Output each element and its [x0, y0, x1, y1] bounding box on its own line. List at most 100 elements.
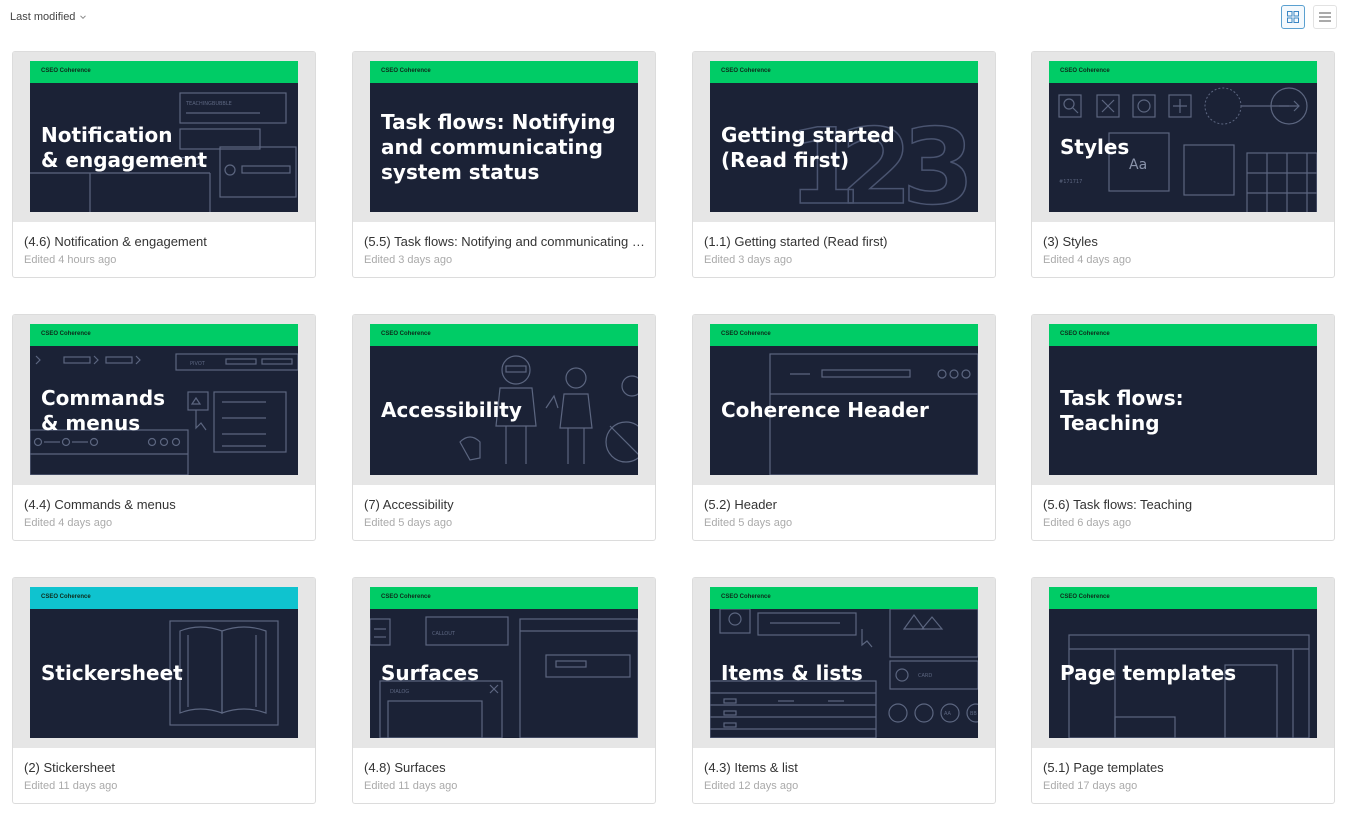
illustration-shape: [1068, 634, 1310, 738]
list-view-button[interactable]: [1313, 5, 1337, 29]
file-card[interactable]: CSEO Coherence Coherence Header (5.2) He…: [692, 314, 996, 541]
file-thumbnail: CSEO Coherence PIVOT Commands & menus: [13, 315, 315, 485]
file-thumbnail: CSEO Coherence CARD AA BB Items & lists: [693, 578, 995, 748]
cover-title: Surfaces: [381, 661, 480, 685]
thumbnail-cover: CSEO Coherence Coherence Header: [710, 324, 978, 475]
brand-label: CSEO Coherence: [1060, 594, 1110, 600]
file-name: (4.6) Notification & engagement: [24, 234, 207, 249]
file-card[interactable]: CSEO Coherence Task flows: Teaching (5.6…: [1031, 314, 1335, 541]
illustration-shape: [105, 356, 133, 364]
illustration-shape: [902, 613, 926, 630]
cover-title: Commands & menus: [41, 386, 166, 435]
grid-view-button[interactable]: [1281, 5, 1305, 29]
brand-band: CSEO Coherence: [710, 587, 978, 609]
cover-title: Stickersheet: [41, 661, 183, 685]
thumbnail-cover: CSEO Coherence TEACHINGBUBBLE Notificati…: [30, 61, 298, 212]
illustration-shape: [1132, 94, 1156, 118]
file-thumbnail: CSEO Coherence TEACHINGBUBBLE Notificati…: [13, 52, 315, 222]
brand-label: CSEO Coherence: [381, 68, 431, 74]
edited-time: Edited 6 days ago: [1043, 517, 1132, 529]
illustration-shape: [723, 722, 737, 728]
file-name: (4.3) Items & list: [704, 760, 798, 775]
cover-title: Styles: [1060, 135, 1130, 159]
illustration-shape: [519, 618, 638, 738]
file-thumbnail: CSEO Coherence CALLOUT DIALOG Surfaces: [353, 578, 655, 748]
illustration-shape: [914, 703, 934, 723]
illustration-shape: [459, 436, 481, 461]
file-card[interactable]: CSEO Coherence PIVOT Commands & menus (4…: [12, 314, 316, 541]
illustration-shape: [1204, 87, 1242, 125]
illustration-shape: [888, 703, 908, 723]
illustration-shape: [621, 375, 638, 397]
edited-time: Edited 4 days ago: [24, 517, 113, 529]
illustration-shape: [545, 654, 631, 678]
brand-label: CSEO Coherence: [381, 331, 431, 337]
file-card[interactable]: CSEO Coherence Task flows: Notifying and…: [352, 51, 656, 278]
brand-label: CSEO Coherence: [721, 68, 771, 74]
edited-time: Edited 5 days ago: [704, 517, 793, 529]
file-thumbnail: CSEO Coherence Aa #171717 Styles: [1032, 52, 1334, 222]
illustration-shape: [370, 618, 391, 646]
illustration-shape: CARD: [918, 673, 932, 679]
thumbnail-cover: CSEO Coherence CARD AA BB Items & lists: [710, 587, 978, 738]
file-name: (7) Accessibility: [364, 497, 454, 512]
illustration-shape: [387, 700, 483, 738]
file-name: (4.4) Commands & menus: [24, 497, 176, 512]
illustration-shape: [225, 358, 257, 365]
illustration-shape: [169, 620, 279, 726]
cover-title: Coherence Header: [721, 398, 929, 422]
file-name: (3) Styles: [1043, 234, 1098, 249]
illustration-shape: [159, 437, 169, 447]
edited-time: Edited 5 days ago: [364, 517, 453, 529]
illustration-shape: [1114, 716, 1176, 738]
edited-time: Edited 12 days ago: [704, 780, 799, 792]
illustration-shape: 3: [902, 106, 974, 212]
illustration-shape: [30, 429, 189, 475]
edited-time: Edited 11 days ago: [364, 780, 458, 792]
thumbnail-cover: CSEO Coherence Page templates: [1049, 587, 1317, 738]
file-card[interactable]: CSEO Coherence Aa #171717 Styles (3) Sty…: [1031, 51, 1335, 278]
illustration-shape: [821, 369, 911, 378]
file-card[interactable]: CSEO Coherence Accessibility (7) Accessi…: [352, 314, 656, 541]
illustration-shape: [1063, 98, 1075, 110]
illustration-shape: [1058, 94, 1082, 118]
file-thumbnail: CSEO Coherence Stickersheet: [13, 578, 315, 748]
illustration-shape: [261, 358, 293, 365]
file-name: (5.2) Header: [704, 497, 777, 512]
cover-title: Page templates: [1060, 661, 1237, 685]
file-thumbnail: CSEO Coherence Accessibility: [353, 315, 655, 485]
illustration-shape: [35, 355, 41, 365]
file-card[interactable]: CSEO Coherence 1 2 3 Getting started (Re…: [692, 51, 996, 278]
file-name: (5.5) Task flows: Notifying and communic…: [364, 234, 646, 249]
file-card[interactable]: CSEO Coherence TEACHINGBUBBLE Notificati…: [12, 51, 316, 278]
brand-band: CSEO Coherence: [710, 61, 978, 83]
thumbnail-cover: CSEO Coherence Stickersheet: [30, 587, 298, 738]
illustration-shape: [179, 626, 223, 714]
illustration-shape: [89, 437, 99, 447]
thumbnail-cover: CSEO Coherence PIVOT Commands & menus: [30, 324, 298, 475]
illustration-shape: [757, 612, 857, 636]
file-card[interactable]: CSEO Coherence Page templates (5.1) Page…: [1031, 577, 1335, 804]
sort-dropdown[interactable]: Last modified: [10, 11, 87, 23]
list-view-icon: [1319, 12, 1331, 22]
file-card[interactable]: CSEO Coherence CARD AA BB Items & lists …: [692, 577, 996, 804]
file-card[interactable]: CSEO Coherence Stickersheet (2) Stickers…: [12, 577, 316, 804]
file-card[interactable]: CSEO Coherence CALLOUT DIALOG Surfaces (…: [352, 577, 656, 804]
toolbar: Last modified: [0, 0, 1348, 34]
illustration-shape: CALLOUT: [432, 631, 456, 637]
illustration-shape: [861, 629, 873, 648]
edited-time: Edited 3 days ago: [704, 254, 793, 266]
brand-label: CSEO Coherence: [41, 594, 91, 600]
brand-label: CSEO Coherence: [1060, 331, 1110, 337]
edited-time: Edited 3 days ago: [364, 254, 453, 266]
thumbnail-cover: CSEO Coherence 1 2 3 Getting started (Re…: [710, 61, 978, 212]
illustration-shape: [171, 437, 181, 447]
file-name: (4.8) Surfaces: [364, 760, 446, 775]
thumbnail-cover: CSEO Coherence Task flows: Notifying and…: [370, 61, 638, 212]
illustration-shape: TEACHINGBUBBLE: [185, 101, 232, 107]
grid-view-icon: [1287, 11, 1299, 23]
illustration-shape: [241, 165, 291, 174]
illustration-shape: [545, 394, 559, 409]
illustration-shape: DIALOG: [390, 689, 409, 695]
brand-label: CSEO Coherence: [721, 331, 771, 337]
